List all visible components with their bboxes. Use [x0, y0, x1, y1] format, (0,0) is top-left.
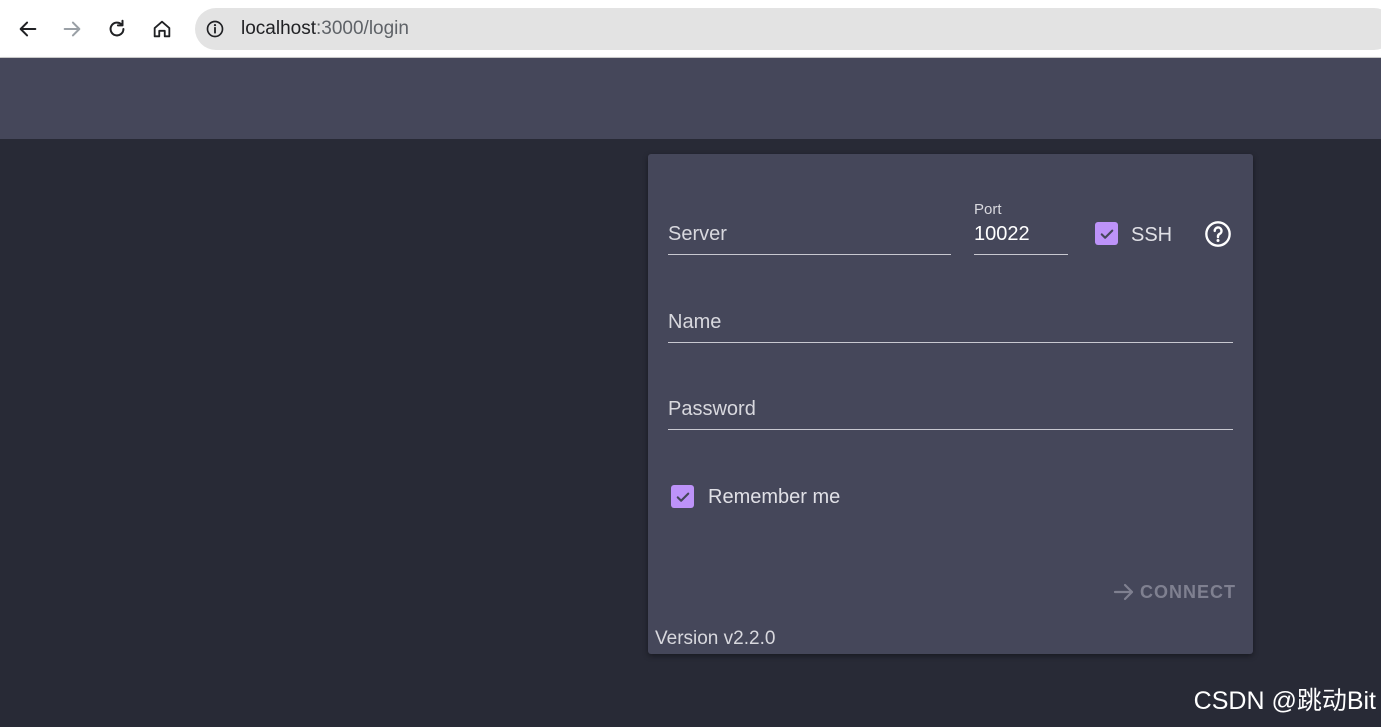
home-icon	[153, 20, 171, 38]
url-path: :3000/login	[316, 18, 409, 39]
ssh-label[interactable]: SSH	[1131, 224, 1172, 247]
url-text: localhost:3000/login	[241, 18, 409, 40]
ssh-checkbox[interactable]	[1095, 222, 1118, 245]
check-icon	[1100, 229, 1113, 239]
port-field[interactable]: Port 10022	[974, 201, 1068, 255]
version-text: Version v2.2.0	[655, 628, 776, 649]
password-placeholder: Password	[668, 398, 756, 420]
reload-button[interactable]	[102, 14, 132, 44]
watermark: CSDN @跳动Bit	[1193, 687, 1376, 715]
password-field[interactable]: Password	[668, 389, 1233, 430]
help-circle-icon[interactable]	[1204, 220, 1232, 248]
name-field[interactable]: Name	[668, 301, 1233, 343]
home-button[interactable]	[147, 14, 177, 44]
browser-toolbar: localhost:3000/login	[0, 0, 1381, 58]
connect-button[interactable]: CONNECT	[1112, 578, 1236, 606]
server-placeholder: Server	[668, 223, 727, 245]
back-button[interactable]	[13, 14, 43, 44]
arrow-right-icon	[1113, 583, 1134, 601]
arrow-left-icon	[19, 21, 37, 37]
reload-icon	[109, 19, 125, 37]
url-host: localhost	[241, 18, 316, 39]
check-icon	[676, 492, 689, 502]
address-bar[interactable]: localhost:3000/login	[195, 8, 1381, 50]
login-card: Server Port 10022 SSH Name Password Reme…	[648, 154, 1253, 654]
connect-label: CONNECT	[1140, 581, 1236, 602]
remember-me-label[interactable]: Remember me	[708, 486, 840, 509]
forward-button[interactable]	[57, 14, 87, 44]
port-value: 10022	[974, 223, 1030, 245]
info-icon[interactable]	[205, 19, 225, 39]
port-label: Port	[974, 201, 1002, 218]
server-field[interactable]: Server	[668, 214, 951, 255]
remember-me-checkbox[interactable]	[671, 485, 694, 508]
app-header	[0, 58, 1381, 139]
name-placeholder: Name	[668, 311, 722, 333]
arrow-right-icon	[63, 21, 81, 37]
